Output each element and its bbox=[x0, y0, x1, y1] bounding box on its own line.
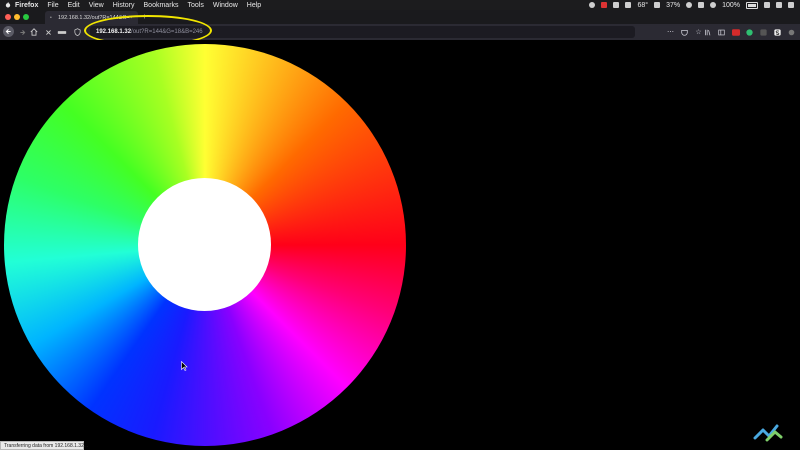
menu-file[interactable]: File bbox=[47, 2, 58, 9]
menu-view[interactable]: View bbox=[89, 2, 104, 9]
macos-menubar: Firefox File Edit View History Bookmarks… bbox=[0, 0, 800, 10]
loading-icon: • bbox=[50, 14, 52, 21]
cpu-monitor-icon[interactable] bbox=[654, 2, 661, 8]
weather-icon[interactable] bbox=[625, 2, 632, 8]
green-extension-icon[interactable] bbox=[746, 28, 753, 36]
toolbar-icons: ⋯ ☆ bbox=[667, 27, 702, 37]
menu-window[interactable]: Window bbox=[213, 2, 238, 9]
temperature-readout[interactable]: 68° bbox=[637, 2, 648, 9]
stop-loading-icon[interactable] bbox=[43, 27, 53, 37]
minimize-window-button[interactable] bbox=[14, 14, 20, 20]
forward-arrow-icon[interactable] bbox=[17, 27, 27, 37]
recording-app-icon[interactable] bbox=[601, 2, 608, 8]
menu-edit[interactable]: Edit bbox=[68, 2, 80, 9]
cloud-icon[interactable] bbox=[613, 2, 620, 8]
menu-history[interactable]: History bbox=[113, 2, 135, 9]
color-wheel-center bbox=[138, 178, 271, 311]
menubar-status-area: 68° 37% 100% bbox=[589, 1, 800, 9]
record-icon[interactable] bbox=[589, 2, 596, 8]
battery-percent[interactable]: 100% bbox=[722, 2, 740, 9]
bookmark-star-icon[interactable]: ☆ bbox=[695, 29, 702, 36]
watermark-logo-icon bbox=[753, 424, 783, 442]
home-icon[interactable] bbox=[29, 27, 39, 37]
control-center-icon[interactable] bbox=[788, 2, 794, 8]
bluetooth-icon[interactable] bbox=[686, 2, 693, 8]
gray-extension-icon[interactable] bbox=[788, 29, 795, 36]
status-bar: Transferring data from 192.168.1.32... bbox=[0, 441, 88, 450]
input-source-icon[interactable] bbox=[764, 2, 770, 8]
red-extension-icon[interactable] bbox=[732, 28, 740, 36]
library-icon[interactable] bbox=[704, 29, 711, 36]
cpu-readout[interactable]: 37% bbox=[666, 2, 680, 9]
dark-extension-icon[interactable] bbox=[760, 28, 767, 36]
sidebar-icon[interactable] bbox=[718, 29, 725, 36]
pocket-icon[interactable] bbox=[681, 29, 688, 36]
s-extension-icon[interactable] bbox=[774, 28, 781, 36]
page-actions-icon[interactable]: ⋯ bbox=[667, 29, 674, 36]
battery-icon[interactable] bbox=[746, 1, 758, 9]
mouse-cursor-icon bbox=[181, 361, 188, 371]
shield-icon[interactable] bbox=[72, 27, 82, 37]
app-menu[interactable]: Firefox bbox=[15, 2, 38, 9]
back-arrow-icon bbox=[3, 26, 14, 37]
close-window-button[interactable] bbox=[5, 14, 11, 20]
search-icon[interactable] bbox=[776, 2, 782, 8]
wifi-icon[interactable] bbox=[710, 2, 717, 8]
apple-logo-icon[interactable] bbox=[5, 2, 11, 8]
extensions-toolbar bbox=[704, 27, 800, 37]
menu-help[interactable]: Help bbox=[247, 2, 261, 9]
airplay-icon[interactable] bbox=[698, 2, 705, 8]
menu-bookmarks[interactable]: Bookmarks bbox=[144, 2, 179, 9]
extension-icon[interactable] bbox=[55, 27, 69, 37]
zoom-window-button[interactable] bbox=[23, 14, 29, 20]
menu-tools[interactable]: Tools bbox=[188, 2, 204, 9]
